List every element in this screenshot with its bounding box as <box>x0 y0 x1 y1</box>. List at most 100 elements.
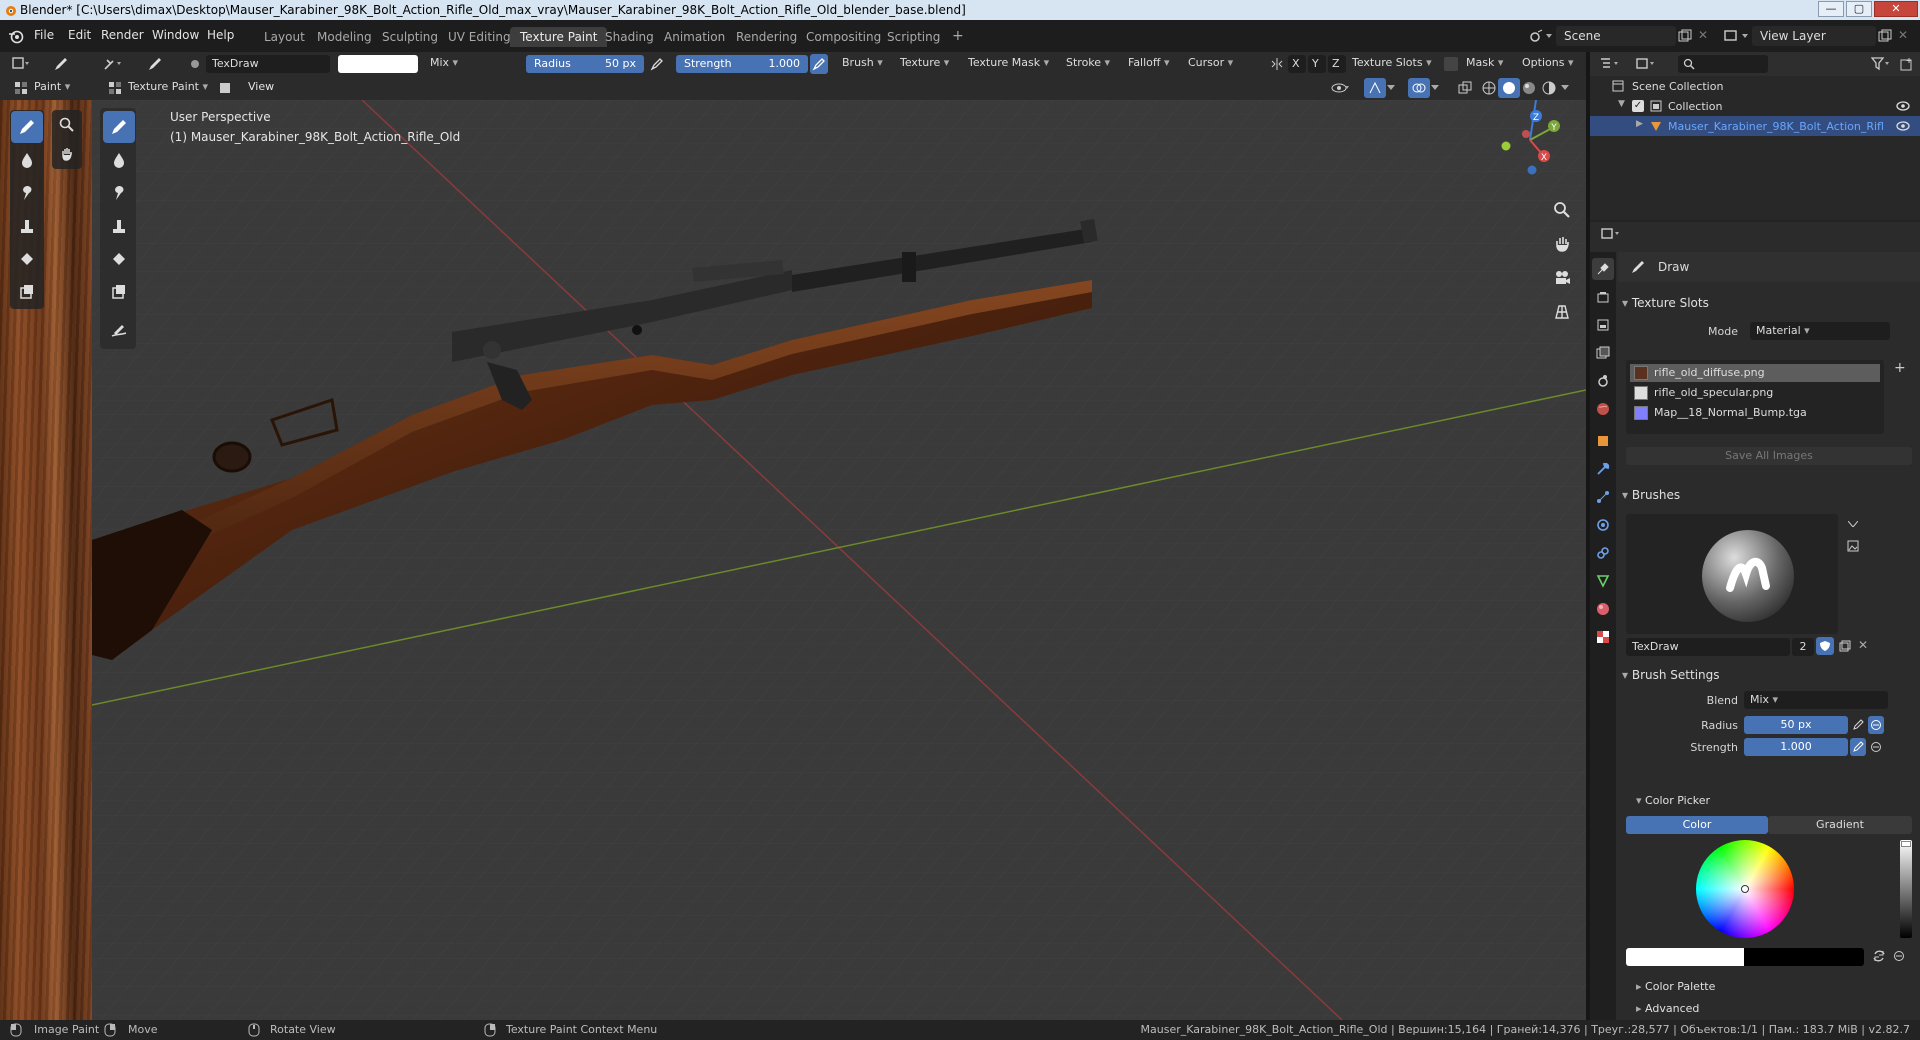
camera-view-icon[interactable] <box>1548 264 1576 292</box>
physics-tab-icon[interactable] <box>1592 514 1614 536</box>
brushes-panel-header[interactable]: Brushes <box>1622 488 1680 502</box>
brush-settings-panel-header[interactable]: Brush Settings <box>1622 668 1720 682</box>
viewport-smear-tool-icon[interactable] <box>103 177 135 209</box>
gizmo-toggle-icon[interactable] <box>1364 78 1386 98</box>
tab-scripting[interactable]: Scripting <box>877 27 950 47</box>
brush-name-input[interactable]: TexDraw <box>1626 638 1790 656</box>
tab-modeling[interactable]: Modeling <box>307 27 382 47</box>
add-workspace-button[interactable]: + <box>942 27 974 47</box>
scene-browse-icon[interactable] <box>1528 28 1554 44</box>
pan-view-icon[interactable] <box>53 140 81 168</box>
texture-slot-item[interactable]: rifle_old_diffuse.png <box>1630 364 1880 382</box>
delete-scene-icon[interactable]: ✕ <box>1698 28 1708 42</box>
texture-tab-icon[interactable] <box>1592 626 1614 648</box>
strength-pressure-icon[interactable] <box>810 54 828 74</box>
unlink-brush-icon[interactable]: ✕ <box>1858 638 1868 652</box>
world-tab-icon[interactable] <box>1592 398 1614 420</box>
editor-type-icon[interactable] <box>10 54 32 74</box>
tab-animation[interactable]: Animation <box>654 27 735 47</box>
shading-dropdown-icon[interactable] <box>1558 78 1572 98</box>
color-tab[interactable]: Color <box>1626 816 1768 834</box>
scene-name-field[interactable]: Scene <box>1556 26 1676 46</box>
outliner-search-input[interactable] <box>1678 55 1768 73</box>
brush-name-field[interactable]: TexDraw <box>206 55 330 73</box>
stroke-menu[interactable]: Stroke <box>1066 56 1110 69</box>
overlays-dropdown-icon[interactable] <box>1428 78 1442 98</box>
strength-pressure-toggle-icon[interactable] <box>1850 738 1866 756</box>
xray-toggle-icon[interactable] <box>1454 78 1476 98</box>
navigation-gizmo[interactable]: Z Y X <box>1492 100 1572 180</box>
brush-preview-icon[interactable] <box>186 54 204 74</box>
object-visibility-eye-icon[interactable] <box>1896 121 1910 131</box>
collection-expand-icon[interactable]: ▼ <box>1618 99 1625 109</box>
options-menu[interactable]: Options <box>1522 56 1573 69</box>
viewport-clone-tool-icon[interactable] <box>103 210 135 242</box>
minimize-button[interactable]: — <box>1818 1 1844 17</box>
texture-slots-list[interactable]: rifle_old_diffuse.png rifle_old_specular… <box>1626 360 1884 434</box>
texture-slots-panel-header[interactable]: Texture Slots <box>1622 296 1709 310</box>
brush-list-expand-icon[interactable] <box>1844 514 1862 534</box>
texture-slot-item[interactable]: Map__18_Normal_Bump.tga <box>1630 404 1880 422</box>
falloff-menu[interactable]: Falloff <box>1128 56 1170 69</box>
duplicate-brush-icon[interactable] <box>1836 637 1854 655</box>
clone-tool-icon[interactable] <box>11 210 43 242</box>
mirror-y-toggle[interactable]: Y <box>1308 55 1326 73</box>
mode-dropdown[interactable]: Paint <box>34 80 70 93</box>
viewport-draw-tool-icon[interactable] <box>103 111 135 143</box>
pan-hand-icon[interactable] <box>1548 230 1576 258</box>
unified-color-icon[interactable] <box>1890 947 1908 965</box>
zoom-icon[interactable] <box>1548 196 1576 224</box>
display-mode-icon[interactable] <box>1636 54 1658 74</box>
new-view-layer-icon[interactable] <box>1878 29 1892 43</box>
advanced-panel-header[interactable]: Advanced <box>1636 1002 1699 1015</box>
tab-sculpting[interactable]: Sculpting <box>372 27 448 47</box>
texture-mask-menu[interactable]: Texture Mask <box>968 56 1049 69</box>
smear-tool-icon[interactable] <box>11 177 43 209</box>
menu-help[interactable]: Help <box>207 28 234 42</box>
viewport-fill-tool-icon[interactable] <box>103 243 135 275</box>
brush-users-count[interactable]: 2 <box>1792 638 1814 656</box>
menu-edit[interactable]: Edit <box>68 28 91 42</box>
viewport-soften-tool-icon[interactable] <box>103 144 135 176</box>
gradient-tab[interactable]: Gradient <box>1768 816 1912 834</box>
outliner-editor-type-icon[interactable] <box>1600 54 1622 74</box>
value-slider[interactable] <box>1900 840 1912 938</box>
collection-visibility-eye-icon[interactable] <box>1896 101 1910 111</box>
output-tab-icon[interactable] <box>1592 314 1614 336</box>
view-menu[interactable]: View <box>248 80 274 93</box>
blender-menu-icon[interactable] <box>8 28 24 44</box>
particles-tab-icon[interactable] <box>1592 486 1614 508</box>
overlay-image-icon[interactable] <box>216 78 234 98</box>
viewport-mask-tool-icon[interactable] <box>103 276 135 308</box>
mask-tool-icon[interactable] <box>11 276 43 308</box>
gizmo-neg-x-axis[interactable] <box>1522 130 1530 138</box>
collection-checkbox[interactable]: ✓ <box>1632 100 1644 112</box>
radius-pressure-icon[interactable] <box>648 54 666 74</box>
gizmo-dropdown-icon[interactable] <box>1384 78 1398 98</box>
menu-render[interactable]: Render <box>101 28 144 42</box>
texture-menu[interactable]: Texture <box>900 56 949 69</box>
3d-viewport[interactable]: User Perspective (1) Mauser_Karabiner_98… <box>92 100 1586 1020</box>
gizmo-neg-y-axis[interactable] <box>1501 141 1511 151</box>
color-wheel[interactable] <box>1696 840 1794 938</box>
radius-unit-toggle-icon[interactable] <box>1868 716 1884 734</box>
mask-menu[interactable]: Mask <box>1466 56 1503 69</box>
texture-slot-item[interactable]: rifle_old_specular.png <box>1630 384 1880 402</box>
wireframe-shading-icon[interactable] <box>1478 78 1500 98</box>
brush-menu[interactable]: Brush <box>842 56 883 69</box>
delete-view-layer-icon[interactable]: ✕ <box>1898 28 1908 42</box>
texture-mode-dropdown[interactable]: Material <box>1750 322 1890 340</box>
soften-tool-icon[interactable] <box>11 144 43 176</box>
constraints-tab-icon[interactable] <box>1592 542 1614 564</box>
data-tab-icon[interactable] <box>1592 570 1614 592</box>
brush-blend-dropdown[interactable]: Mix <box>1744 691 1888 709</box>
rendered-shading-icon[interactable] <box>1538 78 1560 98</box>
solid-shading-icon[interactable] <box>1498 78 1520 98</box>
strength-unified-toggle-icon[interactable] <box>1868 738 1884 756</box>
material-preview-icon[interactable] <box>1518 78 1540 98</box>
value-slider-handle[interactable] <box>1901 841 1911 847</box>
filter-icon[interactable] <box>1870 54 1892 74</box>
mirror-z-toggle[interactable]: Z <box>1328 55 1346 73</box>
brush-color-swatch[interactable] <box>338 55 418 73</box>
color-picker-panel-header[interactable]: Color Picker <box>1636 794 1710 807</box>
